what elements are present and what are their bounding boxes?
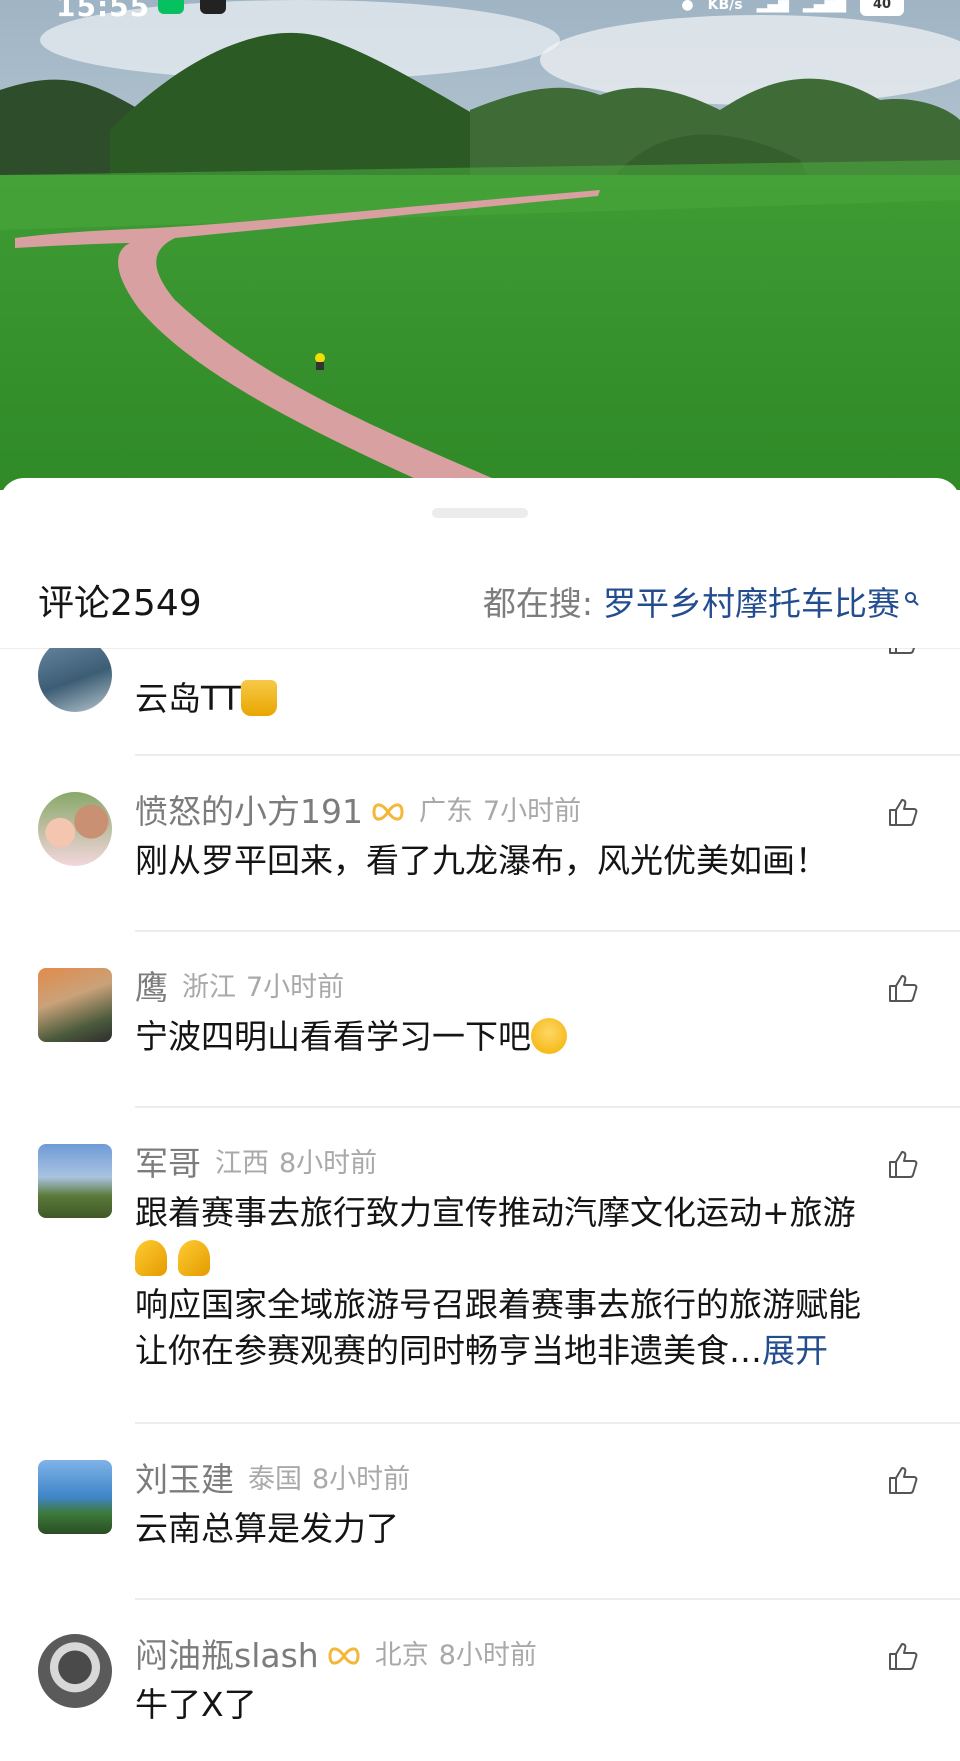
comment-text: 云南总算是发力了 (135, 1509, 399, 1548)
comment-text-line: 响应国家全域旅游号召跟着赛事去旅行的旅游赋能 (135, 1285, 861, 1324)
folded-hands-emoji-icon (135, 1240, 167, 1276)
vip-badge-icon (372, 803, 404, 821)
comment-text: 跟着赛事去旅行致力宣传推动汽摩文化运动+旅游 响应国家全域旅游号召跟着赛事去旅行… (135, 1190, 925, 1374)
user-avatar[interactable] (38, 1460, 112, 1534)
like-icon[interactable] (887, 648, 919, 656)
comment-username[interactable]: 闷油瓶slash (135, 1634, 319, 1678)
trending-search[interactable]: 都在搜: 罗平乡村摩托车比赛 (483, 574, 920, 634)
drag-handle[interactable] (432, 508, 528, 518)
network-speed-unit: KB/s (707, 0, 743, 13)
status-time: 15:55 (56, 0, 151, 23)
comment-username[interactable]: 军哥 (135, 1142, 201, 1186)
trending-label: 都在搜: (482, 584, 593, 623)
comment-item: 鹰 浙江 7小时前 宁波四明山看看学习一下吧 (0, 932, 960, 1108)
comment-time: 7小时前 (246, 972, 345, 1003)
comment-text-content: 云岛TT (135, 679, 241, 718)
comment-location: 浙江 (182, 972, 236, 1003)
status-bar: 15:55 ● KB/s ▂▄▆ ▂▄▆█ 40 (0, 0, 960, 30)
comment-text-content: 让你在参赛观赛的同时畅亨当地非遗美食… (135, 1331, 762, 1370)
comment-location: 泰国 (248, 1464, 302, 1495)
thumbs-up-emoji-icon (240, 680, 277, 716)
comment-item: 云岛TT (0, 648, 960, 758)
grinning-face-emoji-icon (531, 1018, 567, 1054)
comment-meta: 闷油瓶slash 北京 8小时前 (135, 1634, 537, 1678)
landscape-video-frame (0, 0, 960, 490)
comment-username[interactable]: 鹰 (135, 966, 168, 1010)
comment-text-content: 宁波四明山看看学习一下吧 (135, 1017, 531, 1056)
like-icon[interactable] (887, 1464, 919, 1496)
comment-meta: 军哥 江西 8小时前 (135, 1142, 377, 1186)
comment-item: 闷油瓶slash 北京 8小时前 牛了X了 (0, 1600, 960, 1761)
user-avatar[interactable] (38, 792, 112, 866)
comment-meta: 刘玉建 泰国 8小时前 (135, 1458, 410, 1502)
comment-username[interactable]: 刘玉建 (135, 1458, 234, 1502)
comment-text-line: 让你在参赛观赛的同时畅亨当地非遗美食…展开 (135, 1328, 925, 1374)
comments-count: 2549 (110, 583, 202, 624)
user-avatar[interactable] (38, 1634, 112, 1708)
user-avatar[interactable] (38, 968, 112, 1042)
comment-username[interactable]: 愤怒的小方191 (135, 790, 363, 834)
comment-time: 7小时前 (483, 796, 582, 827)
comment-time: 8小时前 (312, 1464, 411, 1495)
comments-label: 评论 (38, 583, 111, 624)
trending-query-link[interactable]: 罗平乡村摩托车比赛 (603, 574, 900, 634)
expand-link[interactable]: 展开 (762, 1331, 828, 1370)
folded-hands-emoji-icon (177, 1240, 210, 1276)
comment-item: 军哥 江西 8小时前 跟着赛事去旅行致力宣传推动汽摩文化运动+旅游 响应国家全域… (0, 1108, 960, 1424)
wifi-signal-icon: ▂▄▆█ (802, 0, 846, 13)
like-icon[interactable] (887, 1148, 919, 1180)
user-avatar[interactable] (38, 648, 112, 712)
comment-text-line: 跟着赛事去旅行致力宣传推动汽摩文化运动+旅游 (135, 1193, 856, 1232)
alarm-icon: ● (681, 0, 694, 13)
user-avatar[interactable] (38, 1144, 112, 1218)
like-icon[interactable] (887, 1640, 919, 1672)
comments-title: 评论2549 (38, 574, 202, 634)
comment-text: 牛了X了 (135, 1685, 257, 1724)
signal-icon: ▂▄▆ (756, 0, 789, 13)
comment-meta: 鹰 浙江 7小时前 (135, 966, 344, 1010)
comments-sheet: 评论2549 都在搜: 罗平乡村摩托车比赛 云岛TT 愤怒的小方191 广东 7… (0, 478, 960, 1761)
comment-location: 北京 (374, 1640, 429, 1671)
comment-location: 江西 (215, 1148, 269, 1179)
vip-badge-icon (328, 1647, 360, 1665)
search-icon[interactable] (904, 591, 920, 607)
comment-item: 刘玉建 泰国 8小时前 云南总算是发力了 (0, 1424, 960, 1600)
like-icon[interactable] (887, 972, 919, 1004)
comment-location: 广东 (419, 796, 473, 827)
comment-time: 8小时前 (279, 1148, 378, 1179)
comments-header: 评论2549 都在搜: 罗平乡村摩托车比赛 (0, 574, 960, 634)
wechat-icon (158, 0, 184, 14)
comment-item: 愤怒的小方191 广东 7小时前 刚从罗平回来，看了九龙瀑布，风光优美如画！ (0, 756, 960, 932)
video-player[interactable]: 15:55 ● KB/s ▂▄▆ ▂▄▆█ 40 (0, 0, 960, 490)
comment-text: 刚从罗平回来，看了九龙瀑布，风光优美如画！ (135, 841, 828, 880)
qq-icon (200, 0, 226, 14)
comment-time: 8小时前 (438, 1640, 537, 1671)
battery-icon: 40 (860, 0, 904, 16)
comment-text: 云岛TT (135, 676, 925, 722)
comment-emoji-line (135, 1236, 925, 1282)
comment-text: 宁波四明山看看学习一下吧 (135, 1014, 925, 1060)
like-icon[interactable] (887, 796, 919, 828)
comment-meta: 愤怒的小方191 广东 7小时前 (135, 790, 581, 834)
comment-list[interactable]: 云岛TT 愤怒的小方191 广东 7小时前 刚从罗平回来，看了九龙瀑布，风光优美… (0, 648, 960, 1761)
